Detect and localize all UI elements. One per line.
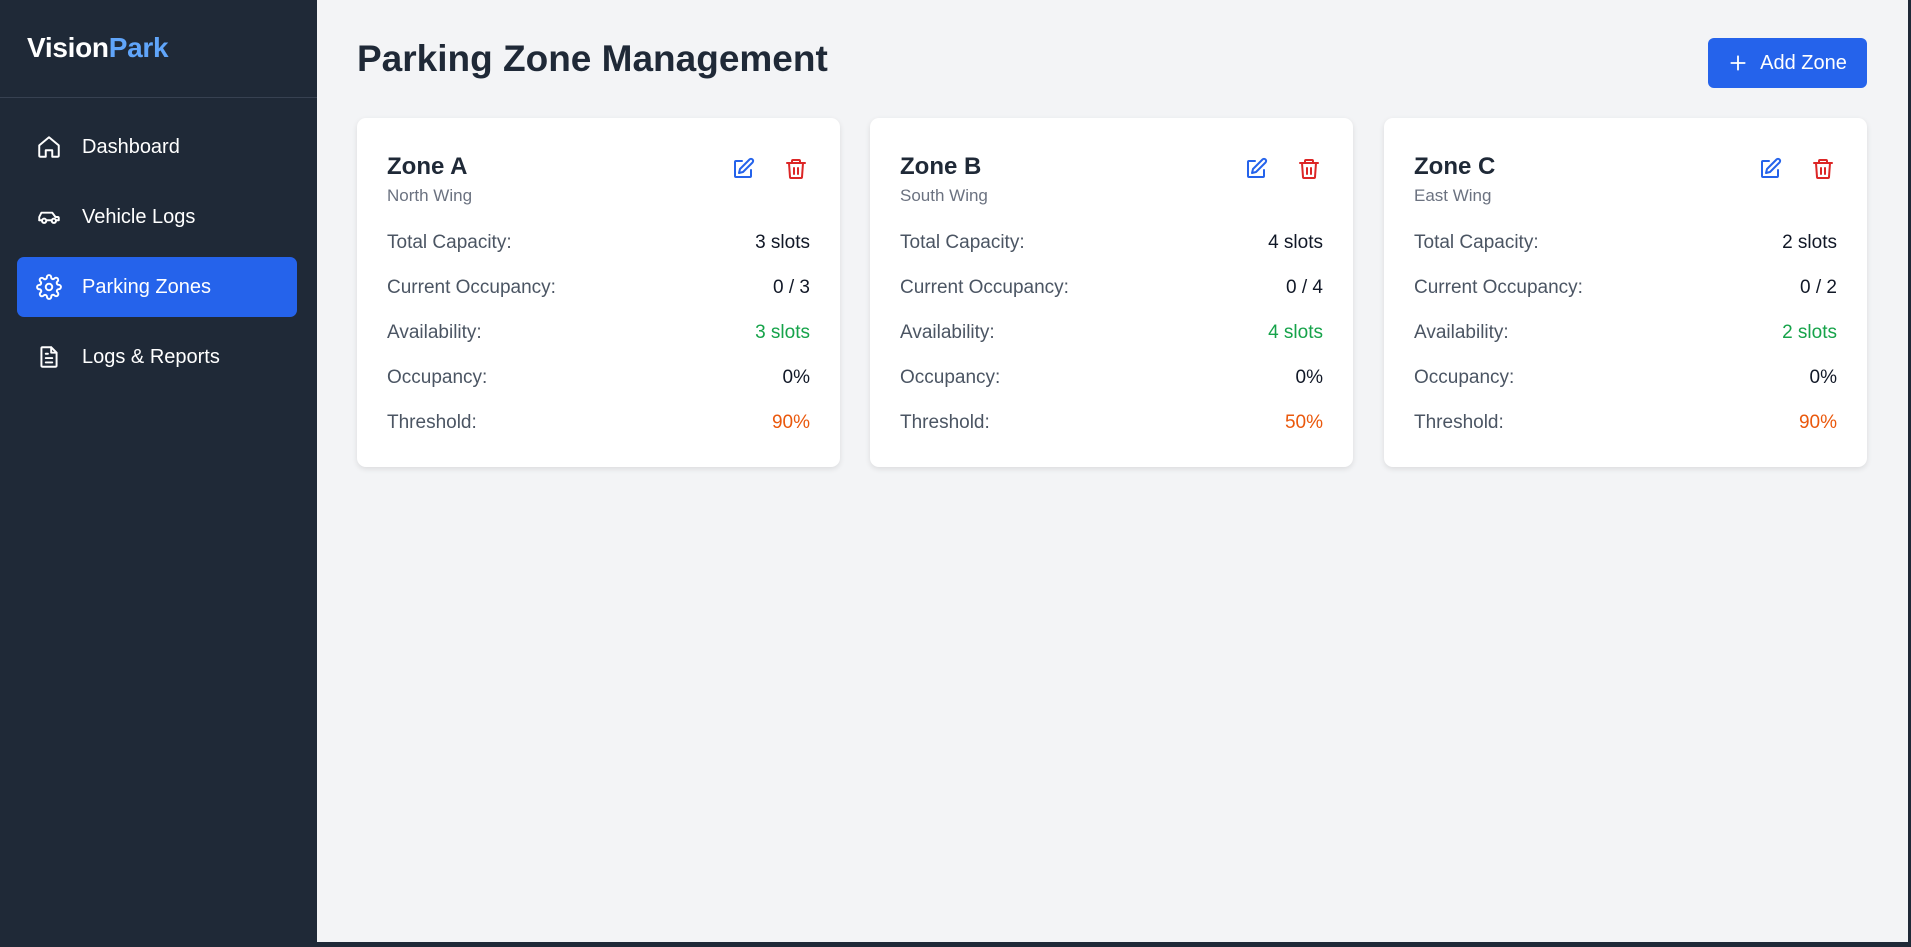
occupancy-pct-label: Occupancy: <box>900 367 1001 388</box>
threshold-value: 50% <box>1284 412 1323 433</box>
edit-icon <box>1761 157 1782 178</box>
availability-label: Availability: <box>387 322 482 343</box>
sidebar: VisionPark Dashboard Vehicle Logs Parkin… <box>0 0 317 947</box>
car-icon <box>38 211 60 224</box>
availability-value: 2 slots <box>1782 322 1837 343</box>
brand-logo[interactable]: VisionPark <box>0 0 317 98</box>
occupancy-pct-value: 0% <box>1295 367 1323 388</box>
zone-location: East Wing <box>1414 186 1492 205</box>
plus-icon <box>1730 55 1746 71</box>
delete-button[interactable] <box>1294 154 1324 184</box>
capacity-label: Total Capacity: <box>387 232 512 253</box>
capacity-row: Total Capacity: 2 slots <box>1414 232 1837 254</box>
threshold-label: Threshold: <box>1414 412 1504 433</box>
occupancy-pct-row: Occupancy: 0% <box>900 367 1323 389</box>
zone-name: Zone A <box>387 153 468 180</box>
availability-value: 4 slots <box>1268 322 1323 343</box>
occupancy-label: Current Occupancy: <box>1414 277 1583 298</box>
trash-icon <box>786 159 806 179</box>
availability-row: Availability: 4 slots <box>900 322 1323 344</box>
edit-button[interactable] <box>728 154 758 184</box>
occupancy-row: Current Occupancy: 0 / 3 <box>387 277 810 299</box>
capacity-label: Total Capacity: <box>1414 232 1539 253</box>
home-icon <box>38 136 60 158</box>
sidebar-item-label: Logs & Reports <box>82 345 220 368</box>
occupancy-value: 0 / 4 <box>1286 277 1323 298</box>
occupancy-pct-label: Occupancy: <box>387 367 488 388</box>
add-zone-button[interactable]: Add Zone <box>1708 38 1867 88</box>
zone-card: Zone B South Wing Total Capacity: 4 slot… <box>870 118 1353 467</box>
threshold-label: Threshold: <box>387 412 477 433</box>
occupancy-pct-row: Occupancy: 0% <box>1414 367 1837 389</box>
trash-icon <box>1813 159 1833 179</box>
zone-location: South Wing <box>900 186 988 205</box>
sidebar-item-label: Dashboard <box>82 135 180 158</box>
document-icon <box>40 346 58 368</box>
edit-icon <box>734 157 755 178</box>
sidebar-nav: Dashboard Vehicle Logs Parking Zones Log… <box>0 98 317 387</box>
threshold-label: Threshold: <box>900 412 990 433</box>
capacity-value: 2 slots <box>1782 232 1837 253</box>
zone-name: Zone B <box>900 153 982 180</box>
capacity-label: Total Capacity: <box>900 232 1025 253</box>
zone-card: Zone C East Wing Total Capacity: 2 slots… <box>1384 118 1867 467</box>
brand-main: Vision <box>27 32 109 63</box>
threshold-value: 90% <box>771 412 810 433</box>
threshold-row: Threshold: 90% <box>1414 412 1837 434</box>
sidebar-item-parking-zones[interactable]: Parking Zones <box>17 257 297 317</box>
delete-button[interactable] <box>781 154 811 184</box>
edit-button[interactable] <box>1241 154 1271 184</box>
capacity-value: 4 slots <box>1268 232 1323 253</box>
availability-label: Availability: <box>900 322 995 343</box>
capacity-row: Total Capacity: 3 slots <box>387 232 810 254</box>
brand-accent: Park <box>108 32 169 63</box>
delete-button[interactable] <box>1808 154 1838 184</box>
edit-button[interactable] <box>1755 154 1785 184</box>
zone-card: Zone A North Wing Total Capacity: 3 slot… <box>357 118 840 467</box>
sidebar-item-vehicle-logs[interactable]: Vehicle Logs <box>17 187 297 247</box>
page-title: Parking Zone Management <box>357 38 828 79</box>
edit-icon <box>1247 157 1268 178</box>
occupancy-pct-label: Occupancy: <box>1414 367 1515 388</box>
availability-label: Availability: <box>1414 322 1509 343</box>
sidebar-item-logs-reports[interactable]: Logs & Reports <box>17 327 297 387</box>
occupancy-row: Current Occupancy: 0 / 4 <box>900 277 1323 299</box>
trash-icon <box>1299 159 1319 179</box>
zone-location: North Wing <box>387 186 473 205</box>
sidebar-item-label: Vehicle Logs <box>82 205 196 228</box>
main-content: Parking Zone Management Add Zone Zone A … <box>317 0 1908 942</box>
capacity-row: Total Capacity: 4 slots <box>900 232 1323 254</box>
occupancy-pct-value: 0% <box>1809 367 1837 388</box>
gear-icon <box>36 274 62 300</box>
capacity-value: 3 slots <box>755 232 810 253</box>
threshold-row: Threshold: 50% <box>900 412 1323 434</box>
zone-name: Zone C <box>1414 153 1496 180</box>
occupancy-row: Current Occupancy: 0 / 2 <box>1414 277 1837 299</box>
availability-row: Availability: 2 slots <box>1414 322 1837 344</box>
availability-value: 3 slots <box>755 322 810 343</box>
add-zone-label: Add Zone <box>1760 51 1847 74</box>
occupancy-label: Current Occupancy: <box>387 277 556 298</box>
occupancy-value: 0 / 3 <box>773 277 810 298</box>
occupancy-pct-value: 0% <box>782 367 810 388</box>
occupancy-value: 0 / 2 <box>1800 277 1837 298</box>
sidebar-item-label: Parking Zones <box>82 275 211 298</box>
occupancy-pct-row: Occupancy: 0% <box>387 367 810 389</box>
threshold-value: 90% <box>1798 412 1837 433</box>
threshold-row: Threshold: 90% <box>387 412 810 434</box>
availability-row: Availability: 3 slots <box>387 322 810 344</box>
sidebar-item-dashboard[interactable]: Dashboard <box>17 117 297 177</box>
occupancy-label: Current Occupancy: <box>900 277 1069 298</box>
